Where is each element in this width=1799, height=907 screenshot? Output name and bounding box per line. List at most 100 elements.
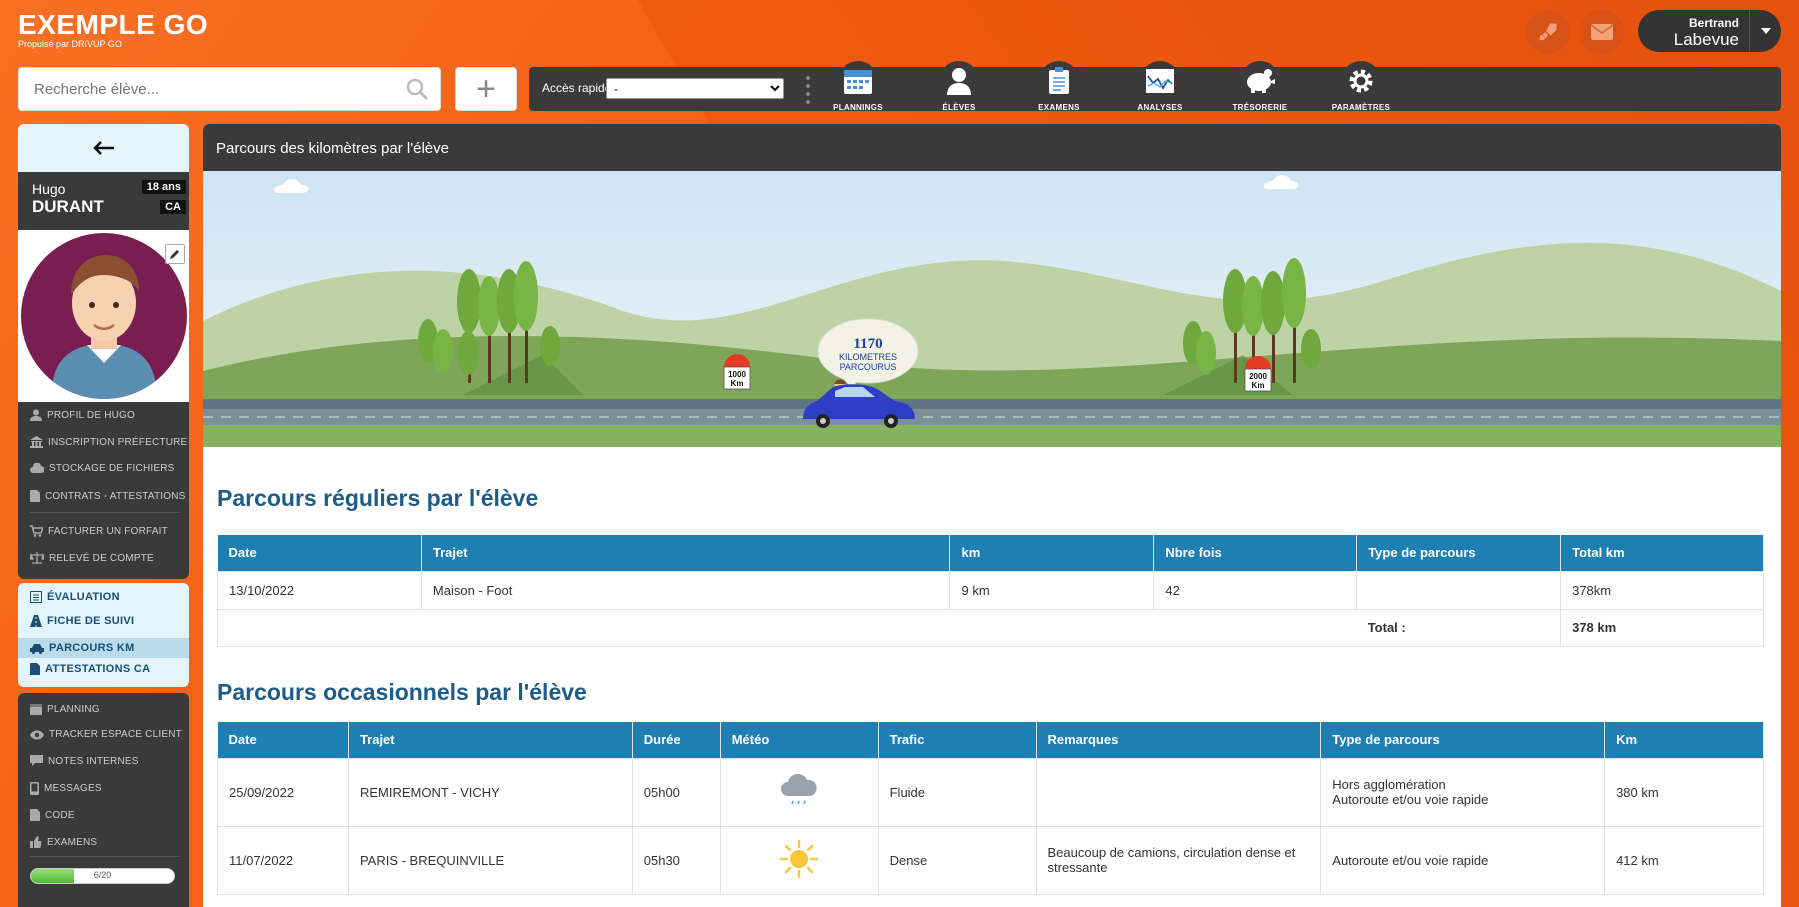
sidebar-item-contrats[interactable]: CONTRATS - ATTESTATIONS: [30, 490, 186, 502]
calendar-icon: [30, 704, 42, 715]
user-dropdown-toggle[interactable]: [1749, 10, 1781, 52]
cell-meteo: [719, 757, 879, 827]
km-caption-1: KILOMETRES: [839, 352, 897, 362]
column-header[interactable]: Remarques: [1036, 722, 1322, 758]
column-header[interactable]: km: [949, 535, 1155, 571]
code-icon: [30, 809, 40, 821]
file-icon: [30, 663, 40, 675]
edit-photo-button[interactable]: [165, 244, 185, 264]
sidebar-item-evaluation[interactable]: ÉVALUATION: [30, 591, 120, 603]
nav-examens[interactable]: EXAMENS: [1009, 61, 1109, 112]
sidebar-item-label: RELEVÉ DE COMPTE: [49, 552, 154, 564]
back-button[interactable]: [18, 124, 189, 172]
column-header[interactable]: Date: [217, 722, 349, 758]
page-title: Parcours des kilomètres par l'élève: [203, 124, 1781, 171]
cell-trajet: Maison - Foot: [420, 570, 951, 610]
sidebar-item-code[interactable]: CODE: [30, 809, 75, 821]
column-header[interactable]: Trafic: [878, 722, 1037, 758]
sidebar-item-messages[interactable]: MESSAGES: [30, 782, 102, 795]
document-icon: [30, 490, 40, 502]
settings-icon: [1349, 69, 1373, 93]
search-input[interactable]: [19, 68, 379, 110]
km-marker-1000: 1000 Km: [723, 354, 751, 390]
column-header[interactable]: Type de parcours: [1320, 722, 1606, 758]
rocket-button[interactable]: [1526, 10, 1570, 54]
nav-tresorerie[interactable]: TRÉSORERIE: [1210, 61, 1310, 112]
eye-icon: [30, 730, 44, 739]
add-button[interactable]: +: [455, 67, 517, 111]
mail-button[interactable]: [1580, 10, 1624, 54]
sidebar-item-label: FACTURER UN FORFAIT: [48, 525, 168, 537]
column-header[interactable]: Durée: [632, 722, 721, 758]
regular-routes-title: Parcours réguliers par l'élève: [217, 485, 539, 511]
cell-km: 412 km: [1604, 825, 1764, 895]
sidebar-item-label: MESSAGES: [44, 783, 102, 794]
avatar: [21, 233, 187, 399]
sidebar-item-profil[interactable]: PROFIL DE HUGO: [30, 409, 135, 421]
sidebar-item-tracker[interactable]: TRACKER ESPACE CLIENT: [30, 729, 182, 740]
progress-text: 6/20: [93, 870, 112, 880]
sidebar-item-label: CONTRATS - ATTESTATIONS: [45, 490, 186, 502]
sidebar-item-label: INSCRIPTION PRÉFECTURE: [48, 436, 188, 448]
column-header[interactable]: Type de parcours: [1356, 535, 1562, 571]
sidebar-item-stockage[interactable]: STOCKAGE DE FICHIERS: [30, 463, 175, 474]
regular-routes-table: Date Trajet km Nbre fois Type de parcour…: [216, 535, 1764, 647]
user-menu[interactable]: Bertrand Labevue: [1638, 10, 1781, 52]
sidebar-item-inscription[interactable]: INSCRIPTION PRÉFECTURE: [30, 436, 187, 448]
sidebar-item-fiche-suivi[interactable]: FICHE DE SUIVI: [30, 615, 134, 627]
cell-date: 25/09/2022: [217, 757, 349, 827]
nav-plannings[interactable]: PLANNINGS: [808, 61, 908, 112]
cell-type: Autoroute et/ou voie rapide: [1320, 825, 1606, 895]
marker-value: 1000: [728, 370, 746, 379]
cell-km: 9 km: [949, 570, 1155, 610]
km-marker-2000: 2000 Km: [1244, 356, 1272, 392]
brand-logo[interactable]: EXEMPLE GO Propulsé par DRIVUP GO: [18, 8, 208, 49]
sidebar-item-label: EXAMENS: [47, 836, 98, 848]
chart-icon: [1146, 69, 1174, 93]
marker-unit: Km: [731, 379, 744, 388]
sidebar-menu-pedagogy: ÉVALUATION FICHE DE SUIVI PARCOURS KM AT…: [18, 583, 189, 687]
sidebar-item-attestations-ca[interactable]: ATTESTATIONS CA: [30, 663, 150, 675]
column-header[interactable]: Trajet: [421, 535, 951, 571]
table-row[interactable]: 11/07/2022 PARIS - BREQUINVILLE 05h30 De…: [217, 825, 1764, 895]
sidebar-item-label: NOTES INTERNES: [48, 755, 139, 767]
cell-duree: 05h00: [631, 757, 721, 827]
bank-icon: [30, 436, 43, 448]
arrow-left-icon: [92, 141, 114, 155]
sidebar-item-facturer[interactable]: FACTURER UN FORFAIT: [30, 525, 168, 537]
sidebar-item-label: PARCOURS KM: [49, 642, 135, 654]
cell-type: Hors agglomération Autoroute et/ou voie r…: [1320, 757, 1606, 827]
table-row[interactable]: 25/09/2022 REMIREMONT - VICHY 05h00 Flui…: [217, 757, 1764, 827]
nav-eleves[interactable]: ÉLÈVES: [909, 61, 1009, 112]
column-header[interactable]: Météo: [720, 722, 879, 758]
quick-access-select[interactable]: -: [606, 78, 784, 99]
cell-count: 42: [1153, 570, 1358, 610]
type-line: Autoroute et/ou voie rapide: [1332, 792, 1489, 807]
sidebar-item-releve[interactable]: RELEVÉ DE COMPTE: [30, 552, 154, 564]
student-photo: [18, 230, 189, 402]
column-header[interactable]: Trajet: [348, 722, 633, 758]
column-header[interactable]: Total km: [1560, 535, 1764, 571]
nav-parametres[interactable]: PARAMÈTRES: [1311, 61, 1411, 112]
sidebar-item-notes[interactable]: NOTES INTERNES: [30, 755, 139, 767]
sidebar-item-planning[interactable]: PLANNING: [30, 703, 100, 715]
occasional-routes-title: Parcours occasionnels par l'élève: [217, 679, 587, 705]
column-header[interactable]: Km: [1604, 722, 1764, 758]
mail-icon: [1590, 24, 1614, 40]
nav-label: ÉLÈVES: [942, 103, 976, 112]
table-row[interactable]: 13/10/2022 Maison - Foot 9 km 42 378km: [217, 570, 1764, 610]
thumb-up-icon: [30, 836, 42, 848]
total-row: Total : 378 km: [216, 608, 1764, 647]
sidebar-item-label: ÉVALUATION: [47, 591, 120, 603]
sidebar-item-label: STOCKAGE DE FICHIERS: [49, 463, 175, 474]
nav-analyses[interactable]: ANALYSES: [1110, 61, 1210, 112]
sidebar-item-parcours-km[interactable]: PARCOURS KM: [18, 638, 189, 658]
clipboard-icon: [1049, 67, 1069, 94]
cell-date: 13/10/2022: [217, 570, 422, 610]
cell-trafic: Dense: [877, 825, 1037, 895]
comment-icon: [30, 755, 43, 766]
column-header[interactable]: Date: [217, 535, 422, 571]
sidebar-item-examens[interactable]: EXAMENS: [30, 836, 97, 848]
search-icon[interactable]: [406, 78, 428, 100]
column-header[interactable]: Nbre fois: [1153, 535, 1358, 571]
